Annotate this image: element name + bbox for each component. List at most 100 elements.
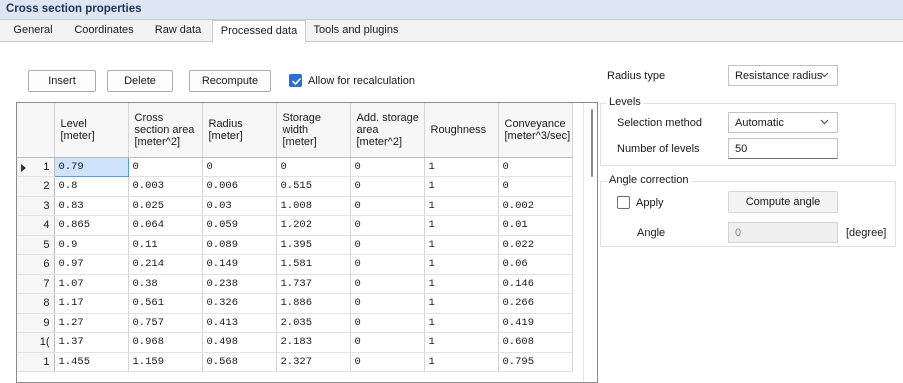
- cell-radius[interactable]: 0.238: [202, 274, 277, 294]
- row-header[interactable]: 7: [17, 274, 55, 294]
- cell-radius[interactable]: 0.413: [202, 313, 277, 333]
- cell-storage-width[interactable]: 0.515: [276, 176, 351, 197]
- cell-radius[interactable]: 0.059: [202, 215, 277, 236]
- table-row[interactable]: 3 0.83 0.025 0.03 1.008 0 1 0.002: [17, 196, 573, 216]
- cell-level[interactable]: 1.455: [54, 352, 129, 372]
- cell-conveyance[interactable]: 0.146: [498, 274, 573, 294]
- cell-storage-width[interactable]: 1.581: [276, 254, 351, 275]
- tab-coordinates[interactable]: Coordinates: [66, 20, 142, 42]
- cell-conveyance[interactable]: 0.01: [498, 215, 573, 236]
- cell-radius[interactable]: 0.006: [202, 176, 277, 197]
- cell-roughness[interactable]: 1: [424, 313, 499, 333]
- column-header-level[interactable]: Level [meter]: [54, 103, 129, 158]
- cell-conveyance[interactable]: 0: [498, 176, 573, 197]
- cell-level[interactable]: 1.37: [54, 332, 129, 353]
- cell-add-storage-area[interactable]: 0: [350, 352, 425, 372]
- cell-add-storage-area[interactable]: 0: [350, 176, 425, 197]
- cell-cross-section-area[interactable]: 0.968: [128, 332, 203, 353]
- cell-add-storage-area[interactable]: 0: [350, 274, 425, 294]
- cell-radius[interactable]: 0.03: [202, 196, 277, 216]
- table-row[interactable]: 5 0.9 0.11 0.089 1.395 0 1 0.022: [17, 235, 573, 255]
- apply-angle-checkbox[interactable]: [617, 196, 630, 209]
- apply-angle-label[interactable]: Apply: [636, 197, 664, 209]
- row-header[interactable]: 8: [17, 293, 55, 314]
- tab-tools-and-plugins[interactable]: Tools and plugins: [308, 20, 404, 42]
- cell-add-storage-area[interactable]: 0: [350, 215, 425, 236]
- cell-storage-width[interactable]: 1.008: [276, 196, 351, 216]
- cell-conveyance[interactable]: 0.608: [498, 332, 573, 353]
- row-header[interactable]: 2: [17, 176, 55, 197]
- column-header-radius[interactable]: Radius [meter]: [202, 103, 277, 158]
- cell-roughness[interactable]: 1: [424, 215, 499, 236]
- cell-add-storage-area[interactable]: 0: [350, 332, 425, 353]
- cell-storage-width[interactable]: 0: [276, 157, 351, 177]
- number-of-levels-input[interactable]: 50: [728, 138, 838, 159]
- row-header[interactable]: 4: [17, 215, 55, 236]
- cell-storage-width[interactable]: 1.737: [276, 274, 351, 294]
- cell-storage-width[interactable]: 1.395: [276, 235, 351, 255]
- row-header[interactable]: 9: [17, 313, 55, 333]
- selection-method-dropdown[interactable]: Automatic: [728, 112, 838, 133]
- cell-roughness[interactable]: 1: [424, 352, 499, 372]
- cell-add-storage-area[interactable]: 0: [350, 157, 425, 177]
- cell-conveyance[interactable]: 0.022: [498, 235, 573, 255]
- table-row[interactable]: 1(1.37 0.968 0.498 2.183 0 1 0.608: [17, 332, 573, 353]
- row-header[interactable]: 1(: [17, 332, 55, 353]
- cell-conveyance[interactable]: 0.795: [498, 352, 573, 372]
- cell-roughness[interactable]: 1: [424, 235, 499, 255]
- cell-add-storage-area[interactable]: 0: [350, 235, 425, 255]
- cell-conveyance[interactable]: 0: [498, 157, 573, 177]
- tab-processed-data[interactable]: Processed data: [212, 20, 306, 43]
- processed-data-grid[interactable]: Level [meter] Cross section area [meter^…: [16, 102, 598, 383]
- compute-angle-button[interactable]: Compute angle: [728, 191, 838, 213]
- cell-level[interactable]: 1.17: [54, 293, 129, 314]
- cell-add-storage-area[interactable]: 0: [350, 293, 425, 314]
- table-row[interactable]: 7 1.07 0.38 0.238 1.737 0 1 0.146: [17, 274, 573, 294]
- cell-roughness[interactable]: 1: [424, 196, 499, 216]
- cell-cross-section-area[interactable]: 0.025: [128, 196, 203, 216]
- cell-level[interactable]: 1.27: [54, 313, 129, 333]
- cell-storage-width[interactable]: 1.202: [276, 215, 351, 236]
- cell-roughness[interactable]: 1: [424, 293, 499, 314]
- table-row[interactable]: 9 1.27 0.757 0.413 2.035 0 1 0.419: [17, 313, 573, 333]
- row-header[interactable]: 6: [17, 254, 55, 275]
- column-header-conveyance[interactable]: Conveyance [meter^3/sec]: [498, 103, 573, 158]
- row-header[interactable]: 5: [17, 235, 55, 255]
- allow-recalculation-checkbox[interactable]: [289, 74, 302, 87]
- cell-conveyance[interactable]: 0.002: [498, 196, 573, 216]
- table-row[interactable]: 2 0.8 0.003 0.006 0.515 0 1 0: [17, 176, 573, 197]
- table-row[interactable]: 1 0.79 0 0 0 0 1 0: [17, 156, 573, 177]
- cell-level[interactable]: 0.97: [54, 254, 129, 275]
- cell-storage-width[interactable]: 1.886: [276, 293, 351, 314]
- cell-roughness[interactable]: 1: [424, 274, 499, 294]
- tab-general[interactable]: General: [4, 20, 62, 42]
- cell-level[interactable]: 0.83: [54, 196, 129, 216]
- cell-radius[interactable]: 0.498: [202, 332, 277, 353]
- cell-roughness[interactable]: 1: [424, 157, 499, 177]
- cell-radius[interactable]: 0.326: [202, 293, 277, 314]
- column-header-storage-width[interactable]: Storage width [meter]: [276, 103, 351, 158]
- cell-level[interactable]: 0.8: [54, 176, 129, 197]
- cell-storage-width[interactable]: 2.327: [276, 352, 351, 372]
- column-header-add-storage-area[interactable]: Add. storage area [meter^2]: [350, 103, 425, 158]
- cell-level[interactable]: 1.07: [54, 274, 129, 294]
- insert-button[interactable]: Insert: [28, 70, 96, 92]
- cell-roughness[interactable]: 1: [424, 176, 499, 197]
- radius-type-dropdown[interactable]: Resistance radius: [728, 65, 838, 86]
- column-header-cross-section-area[interactable]: Cross section area [meter^2]: [128, 103, 203, 158]
- cell-radius[interactable]: 0.568: [202, 352, 277, 372]
- cell-add-storage-area[interactable]: 0: [350, 196, 425, 216]
- cell-cross-section-area[interactable]: 0.064: [128, 215, 203, 236]
- cell-radius[interactable]: 0.089: [202, 235, 277, 255]
- allow-recalculation-label[interactable]: Allow for recalculation: [308, 75, 415, 87]
- table-row[interactable]: 4 0.865 0.064 0.059 1.202 0 1 0.01: [17, 215, 573, 236]
- cell-roughness[interactable]: 1: [424, 254, 499, 275]
- cell-conveyance[interactable]: 0.06: [498, 254, 573, 275]
- row-header[interactable]: 3: [17, 196, 55, 216]
- cell-roughness[interactable]: 1: [424, 332, 499, 353]
- cell-cross-section-area[interactable]: 0.214: [128, 254, 203, 275]
- scrollbar-thumb[interactable]: [591, 109, 593, 177]
- cell-level[interactable]: 0.865: [54, 215, 129, 236]
- tab-raw-data[interactable]: Raw data: [146, 20, 210, 42]
- cell-conveyance[interactable]: 0.266: [498, 293, 573, 314]
